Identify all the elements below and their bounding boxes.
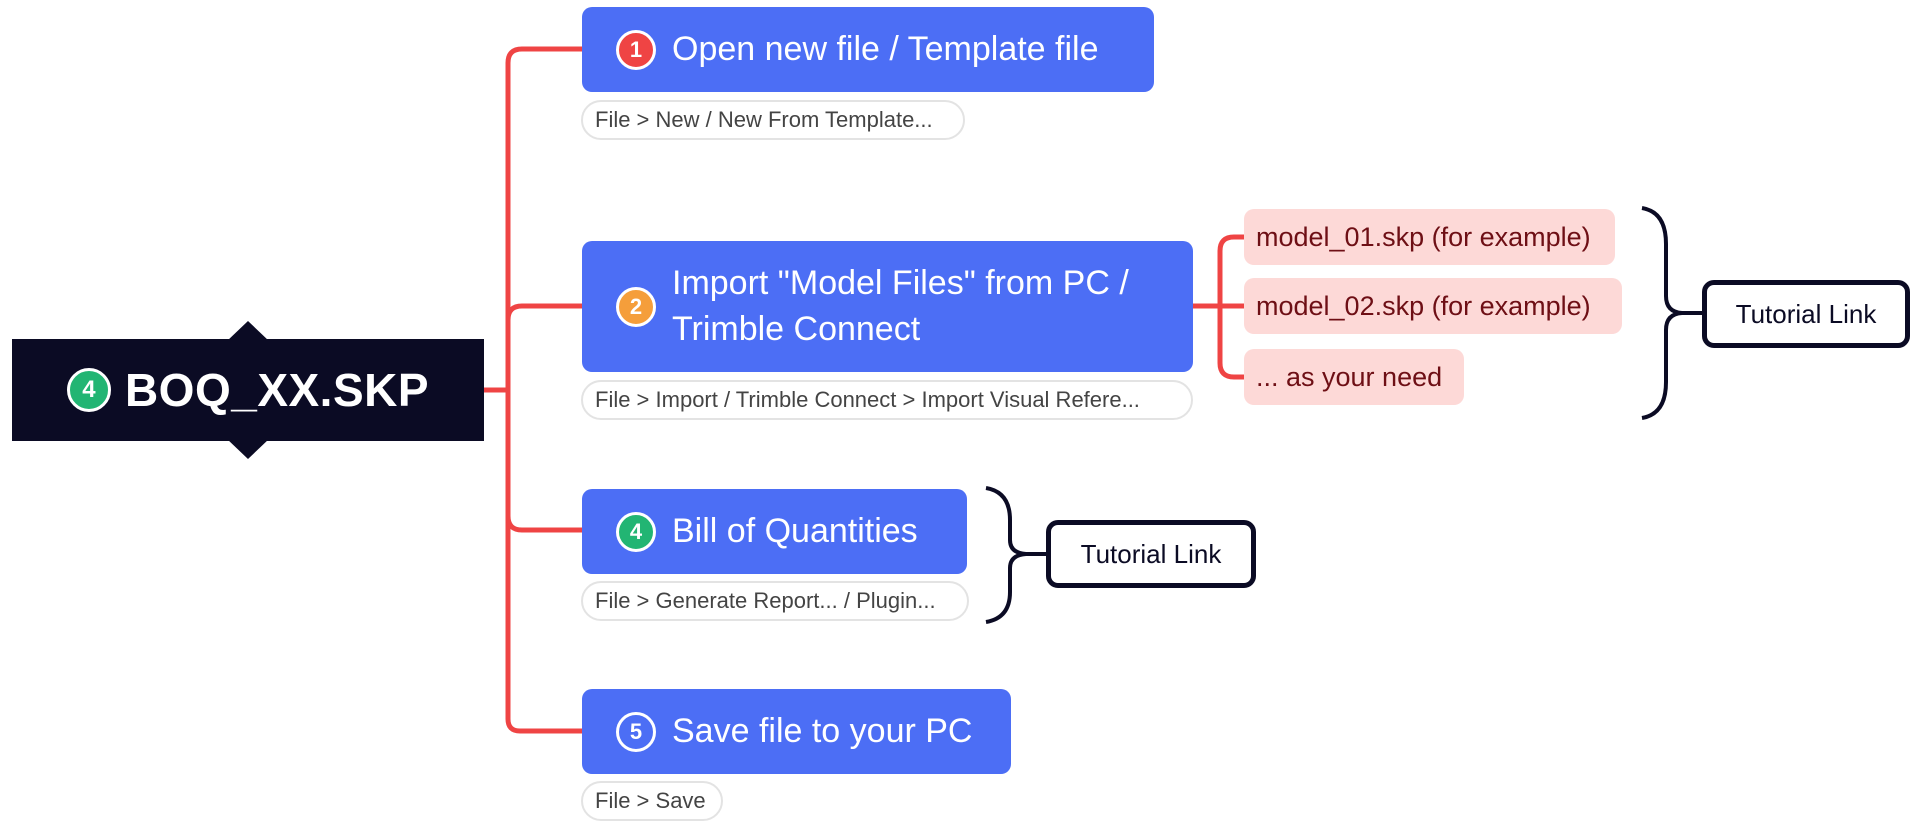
subtopic-as-your-need[interactable]: ... as your need xyxy=(1244,349,1464,405)
note-import: File > Import / Trimble Connect > Import… xyxy=(581,380,1193,420)
subtopic-model-02[interactable]: model_02.skp (for example) xyxy=(1244,278,1622,334)
branch-spine xyxy=(505,46,582,734)
summary-brace-boq xyxy=(985,486,1027,624)
topic-label-line-2: Trimble Connect xyxy=(672,309,921,348)
topic-open-file[interactable]: 1 Open new file / Template file xyxy=(582,7,1154,92)
subtopic-model-01[interactable]: model_01.skp (for example) xyxy=(1244,209,1615,265)
note-save-file: File > Save xyxy=(581,781,723,821)
topic-label: Open new file / Template file xyxy=(672,29,1099,68)
note-bill-of-quantities: File > Generate Report... / Plugin... xyxy=(581,581,969,621)
subtopic-connectors xyxy=(1192,234,1244,380)
summary-brace-import xyxy=(1641,206,1683,420)
topic-save-file[interactable]: 5 Save file to your PC xyxy=(582,689,1011,774)
branch-connector-import xyxy=(505,303,582,321)
number-1-badge: 1 xyxy=(616,29,656,70)
note-open-file: File > New / New From Template... xyxy=(581,100,965,140)
root-title: BOQ_XX.SKP xyxy=(124,364,430,416)
number-4-badge: 4 xyxy=(616,511,656,552)
topic-bill-of-quantities[interactable]: 4 Bill of Quantities xyxy=(582,489,967,574)
topic-label-line-1: Import "Model Files" from PC / xyxy=(672,263,1129,302)
topic-label: Bill of Quantities xyxy=(672,511,918,550)
tutorial-link-import[interactable]: Tutorial Link xyxy=(1702,280,1910,348)
branch-connector-boq xyxy=(505,515,582,533)
root-topic[interactable]: 4 BOQ_XX.SKP xyxy=(12,321,484,459)
topic-label: Save file to your PC xyxy=(672,711,973,750)
topic-import-model-files[interactable]: 2 Import "Model Files" from PC / Trimble… xyxy=(582,241,1193,372)
number-2-badge: 2 xyxy=(616,286,656,327)
root-number-badge: 4 xyxy=(66,368,111,412)
number-5-badge: 5 xyxy=(616,711,656,752)
tutorial-link-boq[interactable]: Tutorial Link xyxy=(1046,520,1256,588)
